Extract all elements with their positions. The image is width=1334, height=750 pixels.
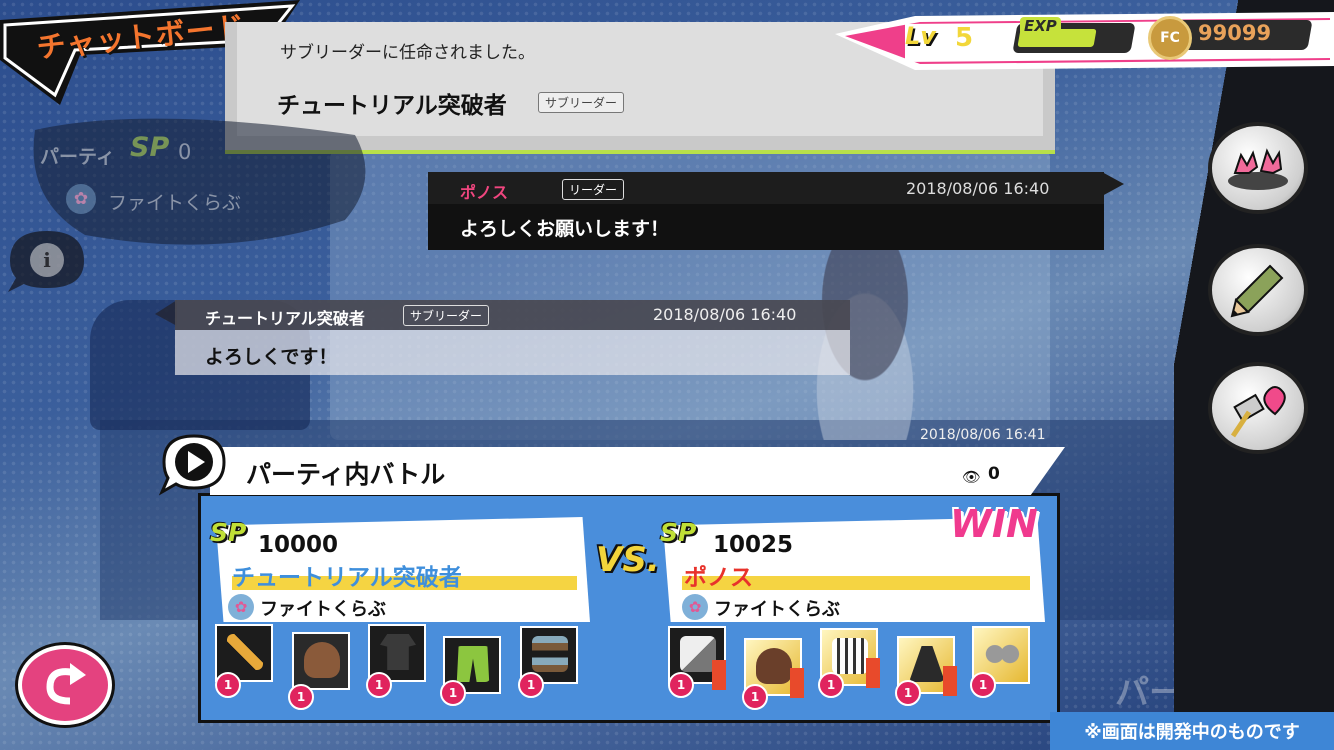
level-label: Lv [905,22,936,50]
right-club-icon: ✿ [682,594,708,620]
right-club-name: ファイトくらぶ [714,599,840,620]
vs-label: VS. [596,540,660,580]
notice-role-tag: サブリーダー [538,92,625,113]
phone-icon [680,636,716,672]
left-player-name: チュートリアル突破者 [232,565,462,591]
svg-text:i: i [43,248,51,272]
win-badge: WIN [950,502,1038,546]
left-item-3-level: 1 [366,672,392,698]
play-button[interactable] [158,432,234,496]
chat-message-2: チュートリアル突破者 サブリーダー 2018/08/06 16:40 よろしくで… [175,300,850,375]
chat-2-text: よろしくです！ [205,346,338,368]
battle-title: パーティ内バトル [246,460,446,489]
back-arrow-icon [46,663,86,705]
left-item-5-level: 1 [518,672,544,698]
jacket-icon [832,638,868,674]
pencil-icon [1230,264,1284,318]
flower-stamp-icon [1228,148,1288,190]
left-item-2[interactable] [292,632,350,690]
notice-message: サブリーダーに任命されました。 [280,43,535,63]
left-item-4-level: 1 [440,680,466,706]
right-sp-value: 10025 [713,532,794,558]
torch-icon [227,634,263,670]
chat-2-tail [155,300,177,326]
right-player-name: ポノス [684,565,753,591]
party-sp-value: 0 [178,140,192,164]
right-item-2-ribbon [790,668,804,698]
exp-label: EXP [1020,17,1061,35]
level-value: 5 [955,23,974,53]
pants-icon [456,646,490,682]
left-club-icon: ✿ [228,594,254,620]
hair-icon [756,648,792,684]
party-club-name: ファイトくらぶ [108,192,242,214]
info-icon[interactable]: i [2,226,92,296]
right-item-1-level: 1 [668,672,694,698]
right-item-4-level: 1 [895,680,921,706]
slippers-icon [984,636,1020,672]
chat-2-author: チュートリアル突破者 [205,309,365,328]
party-label: パーティ [40,146,115,168]
right-item-4-ribbon [943,666,957,696]
development-note: ※画面は開発中のものです [1050,712,1334,750]
left-sp-label: SP [210,518,247,547]
battle-timestamp: 2018/08/06 16:41 [920,427,1046,443]
shirt-icon [380,634,416,670]
right-item-2-level: 1 [742,684,768,710]
chat-1-author: ポノス [460,183,509,202]
party-sp-label: SP [130,132,170,163]
chat-1-time: 2018/08/06 16:40 [906,179,1050,198]
right-item-3-level: 1 [818,672,844,698]
club-emblem-icon: ✿ [66,184,96,214]
chat-2-time: 2018/08/06 16:40 [653,305,797,324]
right-item-5-level: 1 [970,672,996,698]
back-button[interactable] [18,645,112,725]
chat-1-tail [1102,172,1124,196]
coin-icon: FC [1148,16,1192,60]
stamp-button[interactable] [1208,122,1308,214]
chat-message-1: ポノス リーダー 2018/08/06 16:40 よろしくお願いします！ [428,172,1104,250]
chat-1-role-tag: リーダー [562,179,625,200]
right-item-3-ribbon [866,658,880,688]
skirt-icon [909,646,945,682]
chat-2-role-tag: サブリーダー [403,305,490,326]
right-item-1-ribbon [712,660,726,690]
left-item-1-level: 1 [215,672,241,698]
chat-1-text: よろしくお願いします！ [460,218,670,240]
viewers-count: 0 [988,464,1000,484]
left-club-name: ファイトくらぶ [260,599,386,620]
sandals-icon [532,636,568,672]
viewers-eye-icon: 👁 [962,468,982,486]
coin-value: 99099 [1198,21,1272,45]
left-item-2-level: 1 [288,684,314,710]
write-button[interactable] [1208,244,1308,336]
hair-icon [304,642,340,678]
right-sp-label: SP [660,518,697,547]
heart-hammer-icon [1230,386,1286,438]
like-button[interactable] [1208,362,1308,454]
left-sp-value: 10000 [258,532,339,558]
